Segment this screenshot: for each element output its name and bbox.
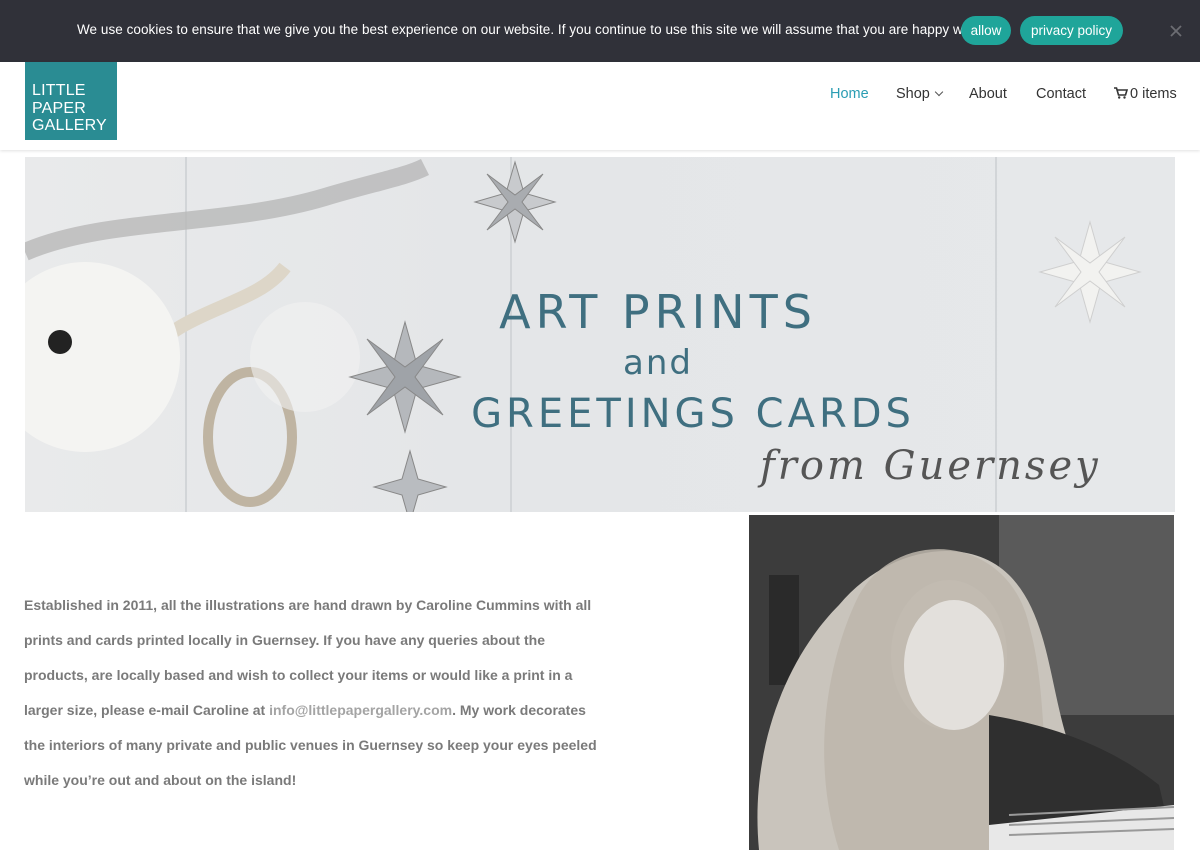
artist-portrait-photo bbox=[749, 515, 1174, 850]
hero-banner: ART PRINTS and GREETINGS CARDS from Guer… bbox=[25, 157, 1175, 512]
nav-item-shop[interactable]: Shop bbox=[896, 86, 944, 102]
intro-paragraph: Established in 2011, all the illustratio… bbox=[24, 588, 599, 798]
site-header: LITTLE PAPER GALLERY Home Shop About Con… bbox=[0, 62, 1200, 150]
close-icon[interactable] bbox=[1165, 20, 1187, 42]
allow-cookies-button[interactable]: allow bbox=[961, 16, 1011, 45]
cart-icon bbox=[1114, 87, 1129, 99]
nav-shop-label: Shop bbox=[896, 86, 930, 102]
cart-count: 0 items bbox=[1130, 86, 1177, 102]
cookie-message: We use cookies to ensure that we give yo… bbox=[77, 22, 992, 37]
main-navigation: Home Shop About Contact 0 items bbox=[0, 86, 1200, 106]
privacy-policy-button[interactable]: privacy policy bbox=[1020, 16, 1123, 45]
gift-bow-icon bbox=[372, 449, 448, 512]
nav-item-cart[interactable]: 0 items bbox=[1114, 86, 1177, 102]
gift-bow-icon bbox=[1038, 220, 1142, 324]
hero-line-and: and bbox=[623, 343, 693, 383]
logo-line-3: GALLERY bbox=[32, 117, 107, 134]
hero-line-greetings-cards: GREETINGS CARDS bbox=[471, 391, 915, 437]
hero-line-from-guernsey: from Guernsey bbox=[760, 443, 1101, 489]
nav-item-home[interactable]: Home bbox=[830, 86, 869, 102]
chevron-down-icon bbox=[934, 87, 944, 97]
intro-text-before: Established in 2011, all the illustratio… bbox=[24, 597, 592, 718]
nav-item-about[interactable]: About bbox=[969, 86, 1007, 102]
email-link[interactable]: info@littlepapergallery.com bbox=[269, 702, 452, 718]
hero-line-art-prints: ART PRINTS bbox=[499, 285, 817, 339]
cookie-consent-bar: We use cookies to ensure that we give yo… bbox=[0, 0, 1200, 62]
nav-item-contact[interactable]: Contact bbox=[1036, 86, 1086, 102]
gift-bow-icon bbox=[473, 160, 557, 244]
